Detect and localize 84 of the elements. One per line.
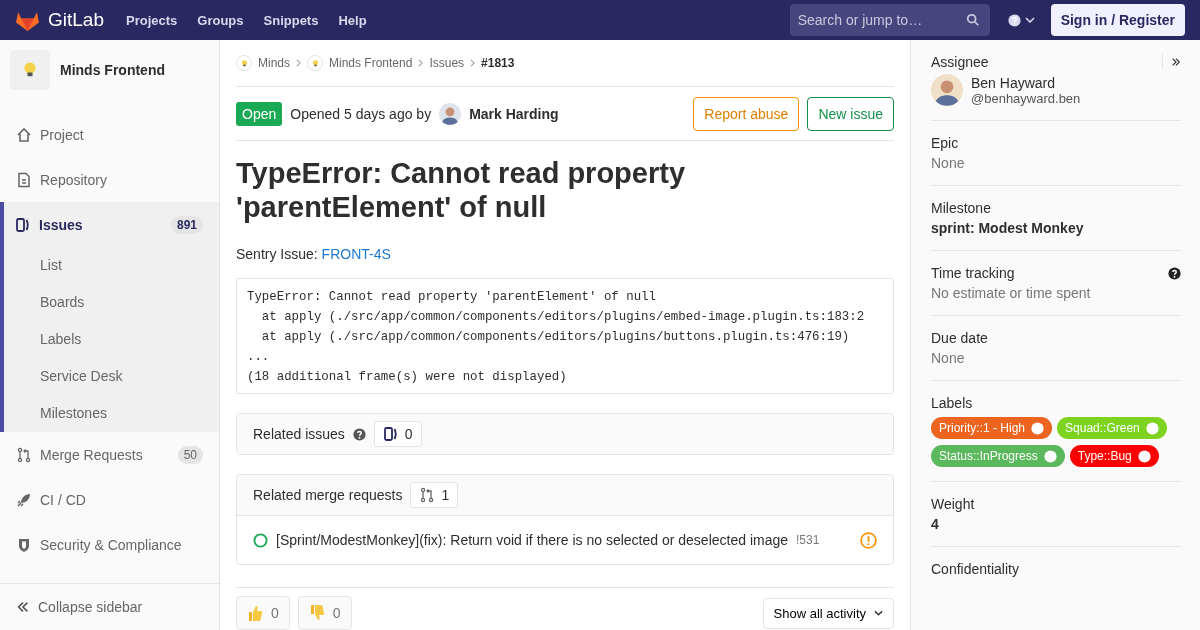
nav-link[interactable]: Projects xyxy=(126,12,178,28)
chevron-icon xyxy=(470,59,476,68)
report-abuse-button[interactable]: Report abuse xyxy=(693,96,800,131)
issue-title: TypeError: Cannot read property 'parentElement' of null xyxy=(236,157,687,224)
section-title: Weight xyxy=(931,496,976,512)
section-value: 4 xyxy=(931,516,940,532)
caret-icon[interactable] xyxy=(1024,17,1035,23)
stacktrace-block: TypeError: Cannot read property 'parentElement' of null at apply (./src/app/common/components/editors/plugins/embed-image.plugin.ts:183:2 at apply (./src/app/common/components/editors/plugins/buttons.plugin.ts:476:19) ... (18 additional frame(s) were not displayed) xyxy=(236,277,894,394)
section-value: None xyxy=(931,350,966,366)
issues-icon xyxy=(15,216,31,233)
assignee-username: @benhayward.ben xyxy=(971,90,1081,106)
mr-reference: !531 xyxy=(796,533,821,547)
section-value: None xyxy=(931,155,966,171)
thumbs-down-button[interactable]: 0 xyxy=(297,596,352,630)
breadcrumb-link[interactable]: #1813 xyxy=(481,56,515,71)
nav-link[interactable]: Help xyxy=(338,12,367,28)
section-title: Labels xyxy=(931,395,974,411)
thumbs-down-icon xyxy=(308,604,325,622)
section-title: Confidentiality xyxy=(931,561,1020,577)
label-tag[interactable]: Priority::1 - High xyxy=(931,417,1053,439)
repo-icon xyxy=(16,171,32,188)
sidebar-subitem[interactable]: List xyxy=(4,247,219,284)
merge-request-link[interactable]: [Sprint/ModestMonkey](fix): Return void if there is no selected or deselected image xyxy=(276,532,789,548)
lightbulb-icon xyxy=(239,58,249,68)
mr-count-badge: 1 xyxy=(410,482,459,508)
activity-filter-dropdown[interactable]: Show all activity xyxy=(762,597,894,629)
sidebar-item[interactable]: Repository xyxy=(40,171,203,188)
caret-icon xyxy=(874,610,883,616)
opened-text: Opened 5 days ago by xyxy=(290,105,432,122)
warning-icon xyxy=(860,531,877,549)
label-tag[interactable]: Type::Bug xyxy=(1069,445,1159,467)
author-link[interactable]: Mark Harding xyxy=(469,105,559,122)
avatar-icon[interactable] xyxy=(439,102,462,125)
project-name[interactable]: Minds Frontend xyxy=(60,62,165,78)
sidebar-subitem[interactable]: Service Desk xyxy=(4,358,219,395)
issue-count-badge: 0 xyxy=(373,421,422,447)
section-title: Time tracking xyxy=(931,265,1016,281)
assignee-name[interactable]: Ben Hayward xyxy=(971,74,1081,91)
sidebar-item[interactable]: Issues xyxy=(39,216,163,233)
thumbs-up-icon xyxy=(247,604,263,622)
breadcrumb-link[interactable]: Minds xyxy=(258,56,290,71)
nav-link[interactable]: Groups xyxy=(197,12,244,28)
section-value: sprint: Modest Monkey xyxy=(931,220,1085,236)
lightbulb-icon xyxy=(310,58,320,68)
expand-icon[interactable] xyxy=(1171,57,1181,67)
chevron-icon xyxy=(418,59,424,68)
sidebar-subitem[interactable]: Milestones xyxy=(4,395,219,432)
new-issue-button[interactable]: New issue xyxy=(807,96,894,131)
section-title: Milestone xyxy=(931,200,992,216)
sidebar-item[interactable]: Merge Requests xyxy=(40,446,170,463)
sign-in-button[interactable]: Sign in / Register xyxy=(1050,4,1185,36)
nav-link[interactable]: Snippets xyxy=(263,12,319,28)
section-title: Assignee xyxy=(931,54,990,70)
related-issues-title: Related issues xyxy=(253,426,345,442)
brand-name[interactable]: GitLab xyxy=(48,9,104,31)
count-badge: 891 xyxy=(170,215,203,234)
description-text: Sentry Issue: FRONT-4S xyxy=(236,245,392,262)
search-icon[interactable] xyxy=(965,13,980,27)
chevron-icon xyxy=(296,59,301,68)
search-field[interactable]: Search or jump to… xyxy=(789,4,990,36)
breadcrumb-link[interactable]: Issues xyxy=(429,56,465,71)
sidebar-item[interactable]: Project xyxy=(40,126,203,143)
count-badge: 50 xyxy=(177,445,203,464)
breadcrumb-link[interactable]: Minds Frontend xyxy=(329,56,413,71)
rocket-icon xyxy=(16,491,32,508)
section-title: Epic xyxy=(931,135,960,151)
sidebar-item[interactable]: CI / CD xyxy=(40,491,203,508)
open-status-icon xyxy=(253,532,268,548)
section-title: Due date xyxy=(931,330,989,346)
sidebar-item[interactable]: Security & Compliance xyxy=(40,536,203,553)
shield-icon xyxy=(16,536,32,553)
thumbs-up-button[interactable]: 0 xyxy=(236,596,290,630)
issues-icon xyxy=(382,426,399,442)
avatar-icon[interactable] xyxy=(931,74,963,106)
status-badge: Open xyxy=(236,101,283,126)
home-icon xyxy=(16,126,32,143)
merge-icon xyxy=(419,487,436,503)
sidebar-subitem[interactable]: Labels xyxy=(4,321,219,358)
sentry-link[interactable]: FRONT-4S xyxy=(321,245,391,262)
related-mr-title: Related merge requests xyxy=(253,487,403,503)
section-value: No estimate or time spent xyxy=(931,285,1092,301)
sidebar-subitem[interactable]: Boards xyxy=(4,284,219,321)
double-chevron-icon xyxy=(16,600,30,614)
merge-icon xyxy=(16,446,32,463)
